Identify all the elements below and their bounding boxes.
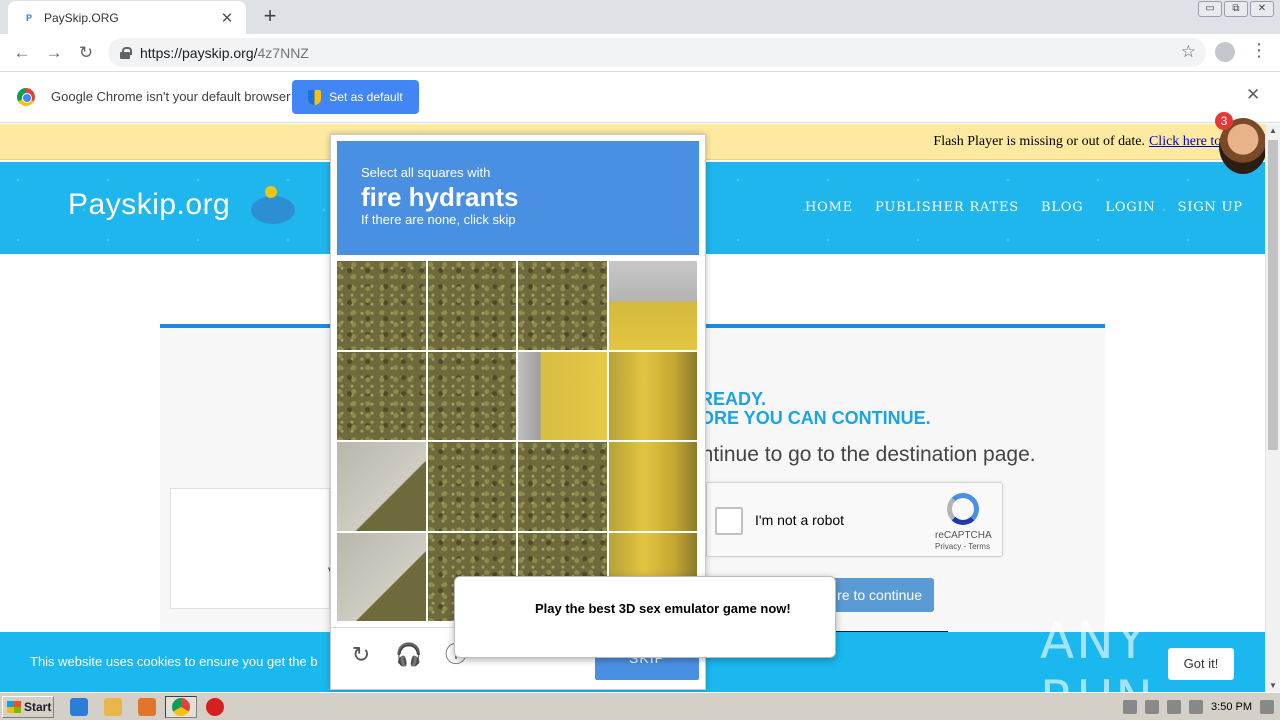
nav-blog[interactable]: BLOG: [1041, 200, 1083, 215]
minimize-icon[interactable]: ▭: [1198, 1, 1222, 17]
recaptcha-label: I'm not a robot: [755, 512, 845, 528]
chrome-taskbar-icon[interactable]: [172, 698, 190, 716]
site-logo-text[interactable]: Payskip.org: [68, 188, 230, 222]
browser-titlebar: P PaySkip.ORG ✕ + ▭ ⧉ ✕: [0, 0, 1280, 34]
page-heading: READY. ORE YOU CAN CONTINUE.: [700, 390, 931, 428]
network-icon[interactable]: [1167, 700, 1182, 714]
tab-close-icon[interactable]: ✕: [218, 9, 236, 27]
nav-sign-up[interactable]: SIGN UP: [1178, 200, 1243, 215]
heading-line-2: ORE YOU CAN CONTINUE.: [700, 408, 931, 428]
anyrun-watermark: ANY RUN: [1040, 612, 1153, 692]
grid-tile[interactable]: [608, 351, 697, 440]
nav-login[interactable]: LOGIN: [1105, 200, 1155, 215]
uac-shield-icon: [308, 89, 322, 105]
browser-tab[interactable]: P PaySkip.ORG ✕: [8, 1, 246, 34]
infobar-close-icon[interactable]: ✕: [1246, 85, 1260, 105]
grid-tile[interactable]: [427, 261, 516, 350]
browser-toolbar: ← → ↻ https://payskip.org/4z7NNZ ☆: [0, 34, 1280, 72]
site-favicon-icon: P: [25, 12, 32, 23]
recaptcha-privacy-terms[interactable]: Privacy - Terms: [935, 542, 990, 551]
address-bar[interactable]: https://payskip.org/4z7NNZ ☆: [108, 38, 1206, 67]
challenge-header: Select all squares with fire hydrants If…: [337, 141, 699, 255]
nav-publisher-rates[interactable]: PUBLISHER RATES: [875, 200, 1019, 215]
grid-tile[interactable]: [518, 351, 607, 440]
recaptcha-name: reCAPTCHA: [935, 530, 992, 541]
infobar-message: Google Chrome isn't your default browser: [51, 89, 291, 104]
challenge-image-grid: [337, 261, 697, 621]
grid-tile[interactable]: [427, 351, 516, 440]
media-player-icon[interactable]: [138, 698, 156, 716]
grid-tile[interactable]: [518, 442, 607, 531]
volume-icon[interactable]: [1145, 700, 1160, 714]
start-button[interactable]: Start: [2, 696, 54, 718]
scroll-down-icon[interactable]: ▼: [1269, 681, 1277, 690]
url-text: https://payskip.org/4z7NNZ: [140, 45, 309, 61]
lock-icon: [120, 46, 132, 59]
grid-tile[interactable]: [608, 442, 697, 531]
cookie-message: This website uses cookies to ensure you …: [30, 654, 318, 669]
page-scrollbar[interactable]: ▲ ▼: [1265, 124, 1280, 692]
flash-message: Flash Player is missing or out of date.: [933, 134, 1145, 149]
lead-text: ontinue to go to the destination page.: [690, 443, 1036, 466]
grid-tile[interactable]: [337, 261, 426, 350]
challenge-hint: If there are none, click skip: [361, 212, 516, 227]
headphones-icon[interactable]: 🎧: [395, 642, 422, 668]
folder-icon[interactable]: [104, 698, 122, 716]
challenge-target: fire hydrants: [361, 182, 519, 212]
tray-arrow-icon[interactable]: [1123, 700, 1138, 714]
set-as-default-button[interactable]: Set as default: [292, 80, 419, 114]
recaptcha-widget: I'm not a robot reCAPTCHA Privacy - Term…: [706, 482, 1003, 557]
maximize-icon[interactable]: ⧉: [1224, 1, 1248, 17]
notification-badge: 3: [1215, 112, 1233, 130]
flag-icon[interactable]: [1189, 700, 1204, 714]
nav-home[interactable]: HOME: [805, 200, 853, 215]
chat-avatar[interactable]: 3: [1215, 112, 1267, 176]
url-main: https://payskip.org/: [140, 44, 258, 61]
challenge-instruction: Select all squares with: [361, 165, 491, 180]
grid-tile[interactable]: [337, 532, 426, 621]
system-tray: 3:50 PM: [1123, 696, 1280, 718]
forward-arrow-icon[interactable]: →: [42, 41, 66, 65]
back-arrow-icon[interactable]: ←: [10, 41, 34, 65]
new-tab-button[interactable]: +: [258, 4, 282, 28]
bookmark-star-icon[interactable]: ☆: [1181, 42, 1196, 62]
chrome-menu-icon[interactable]: ⋮: [1250, 40, 1268, 61]
reload-icon[interactable]: ↻: [74, 41, 98, 65]
recaptcha-logo-icon: [947, 493, 979, 525]
heading-line-1: READY.: [700, 389, 767, 409]
window-controls: ▭ ⧉ ✕: [1198, 1, 1274, 17]
scroll-up-icon[interactable]: ▲: [1269, 126, 1277, 135]
clock: 3:50 PM: [1211, 701, 1252, 713]
windows-logo-icon: [7, 701, 21, 713]
stop-icon[interactable]: [206, 698, 224, 716]
set-as-default-label: Set as default: [329, 90, 403, 104]
tab-title: PaySkip.ORG: [44, 10, 119, 25]
profile-avatar-icon[interactable]: [1215, 42, 1235, 62]
start-label: Start: [24, 700, 52, 714]
ad-popup[interactable]: Play the best 3D sex emulator game now!: [454, 576, 836, 658]
url-path: 4z7NNZ: [257, 44, 309, 61]
reload-challenge-icon[interactable]: ↻: [348, 642, 374, 668]
scrollbar-thumb[interactable]: [1268, 140, 1278, 450]
recaptcha-checkbox[interactable]: [715, 507, 743, 535]
grid-tile[interactable]: [427, 442, 516, 531]
piggy-bank-icon: [243, 186, 301, 226]
grid-tile[interactable]: [337, 442, 426, 531]
grid-tile[interactable]: [608, 261, 697, 350]
show-desktop-icon[interactable]: [1260, 700, 1274, 714]
main-nav: HOME PUBLISHER RATES BLOG LOGIN SIGN UP: [805, 200, 1243, 215]
internet-explorer-icon[interactable]: [70, 698, 88, 716]
grid-tile[interactable]: [518, 261, 607, 350]
ad-popup-text: Play the best 3D sex emulator game now!: [535, 601, 791, 616]
chrome-logo-icon: [17, 88, 35, 106]
window-close-icon[interactable]: ✕: [1250, 1, 1274, 17]
windows-taskbar: Start 3:50 PM: [0, 692, 1280, 720]
ad-box[interactable]: V: [170, 488, 336, 609]
grid-tile[interactable]: [337, 351, 426, 440]
